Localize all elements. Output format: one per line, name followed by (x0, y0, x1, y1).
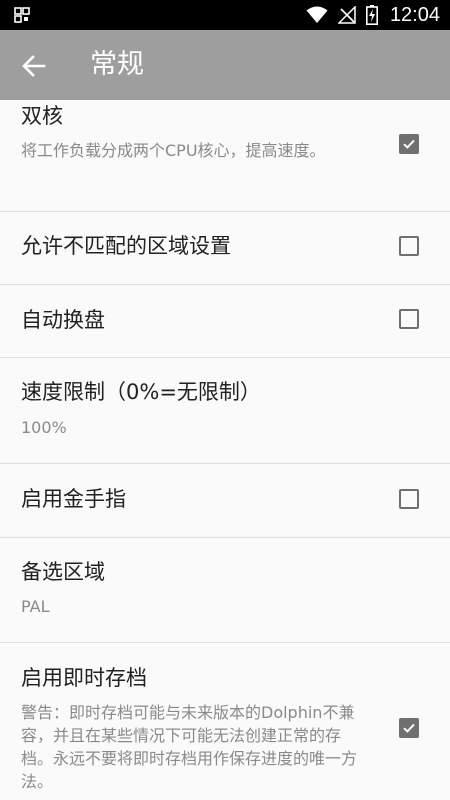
page-title: 常规 (90, 49, 144, 80)
setting-region-mismatch[interactable]: 允许不匹配的区域设置 (0, 212, 450, 285)
setting-cheats[interactable]: 启用金手指 (0, 464, 450, 538)
setting-auto-disc-change[interactable]: 自动换盘 (0, 285, 450, 358)
arrow-left-icon[interactable] (20, 52, 48, 80)
setting-savestates[interactable]: 启用即时存档 警告：即时存档可能与未来版本的Dolphin不兼容，并且在某些情况… (0, 643, 450, 800)
region-mismatch-checkbox[interactable] (399, 236, 419, 256)
cheats-checkbox[interactable] (399, 489, 419, 509)
savestates-checkbox[interactable] (399, 718, 419, 738)
setting-summary: 警告：即时存档可能与未来版本的Dolphin不兼容，并且在某些情况下可能无法创建… (21, 703, 358, 791)
no-signal-icon (337, 6, 356, 24)
check-icon (403, 723, 415, 733)
dual-core-checkbox[interactable] (399, 134, 419, 154)
setting-title: 允许不匹配的区域设置 (21, 234, 231, 258)
auto-disc-change-checkbox[interactable] (399, 309, 419, 329)
setting-fallback-region[interactable]: 备选区域 PAL (0, 538, 450, 643)
setting-title: 速度限制（0%=无限制） (21, 380, 261, 404)
battery-charging-icon (365, 5, 378, 25)
status-bar: 12:04 (0, 0, 450, 30)
setting-title: 自动换盘 (21, 308, 105, 332)
setting-value: PAL (21, 597, 50, 616)
setting-title: 双核 (21, 104, 63, 128)
setting-summary: 将工作负载分成两个CPU核心，提高速度。 (21, 141, 326, 160)
setting-title: 备选区域 (21, 560, 105, 584)
status-clock: 12:04 (389, 3, 440, 26)
dual-sim-icon (14, 7, 30, 23)
setting-value: 100% (21, 418, 67, 437)
setting-dual-core[interactable]: 双核 将工作负载分成两个CPU核心，提高速度。 (0, 100, 450, 212)
setting-title: 启用金手指 (21, 487, 126, 511)
wifi-icon (306, 6, 328, 23)
settings-list[interactable]: 双核 将工作负载分成两个CPU核心，提高速度。 允许不匹配的区域设置 自动换盘 … (0, 100, 450, 800)
app-bar: 常规 (0, 30, 450, 100)
check-icon (403, 139, 415, 149)
setting-speed-limit[interactable]: 速度限制（0%=无限制） 100% (0, 358, 450, 464)
setting-title: 启用即时存档 (21, 666, 147, 690)
